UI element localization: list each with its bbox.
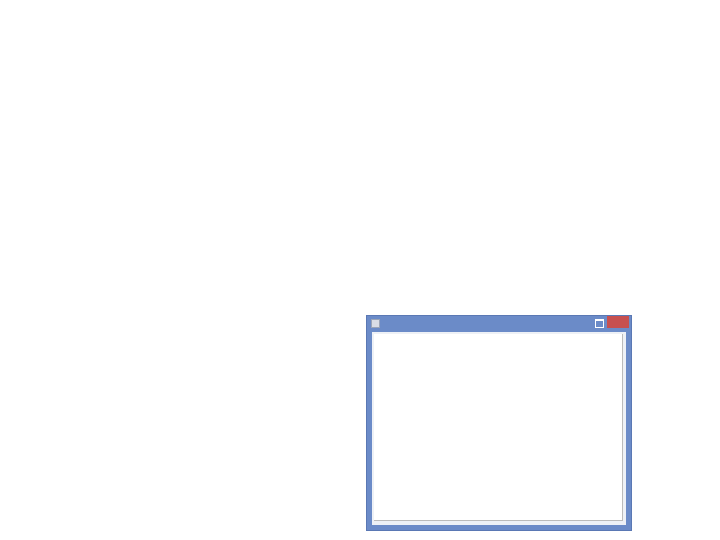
minimize-button[interactable]: [580, 318, 590, 328]
window-title-bar[interactable]: [367, 316, 631, 332]
java-app-icon: [371, 319, 380, 328]
window-frame: [372, 332, 626, 525]
maximize-button[interactable]: [595, 319, 604, 328]
close-button[interactable]: [607, 316, 629, 328]
app-window: [366, 315, 632, 531]
drawing-canvas: [374, 334, 623, 521]
triangles-canvas: [374, 334, 624, 524]
